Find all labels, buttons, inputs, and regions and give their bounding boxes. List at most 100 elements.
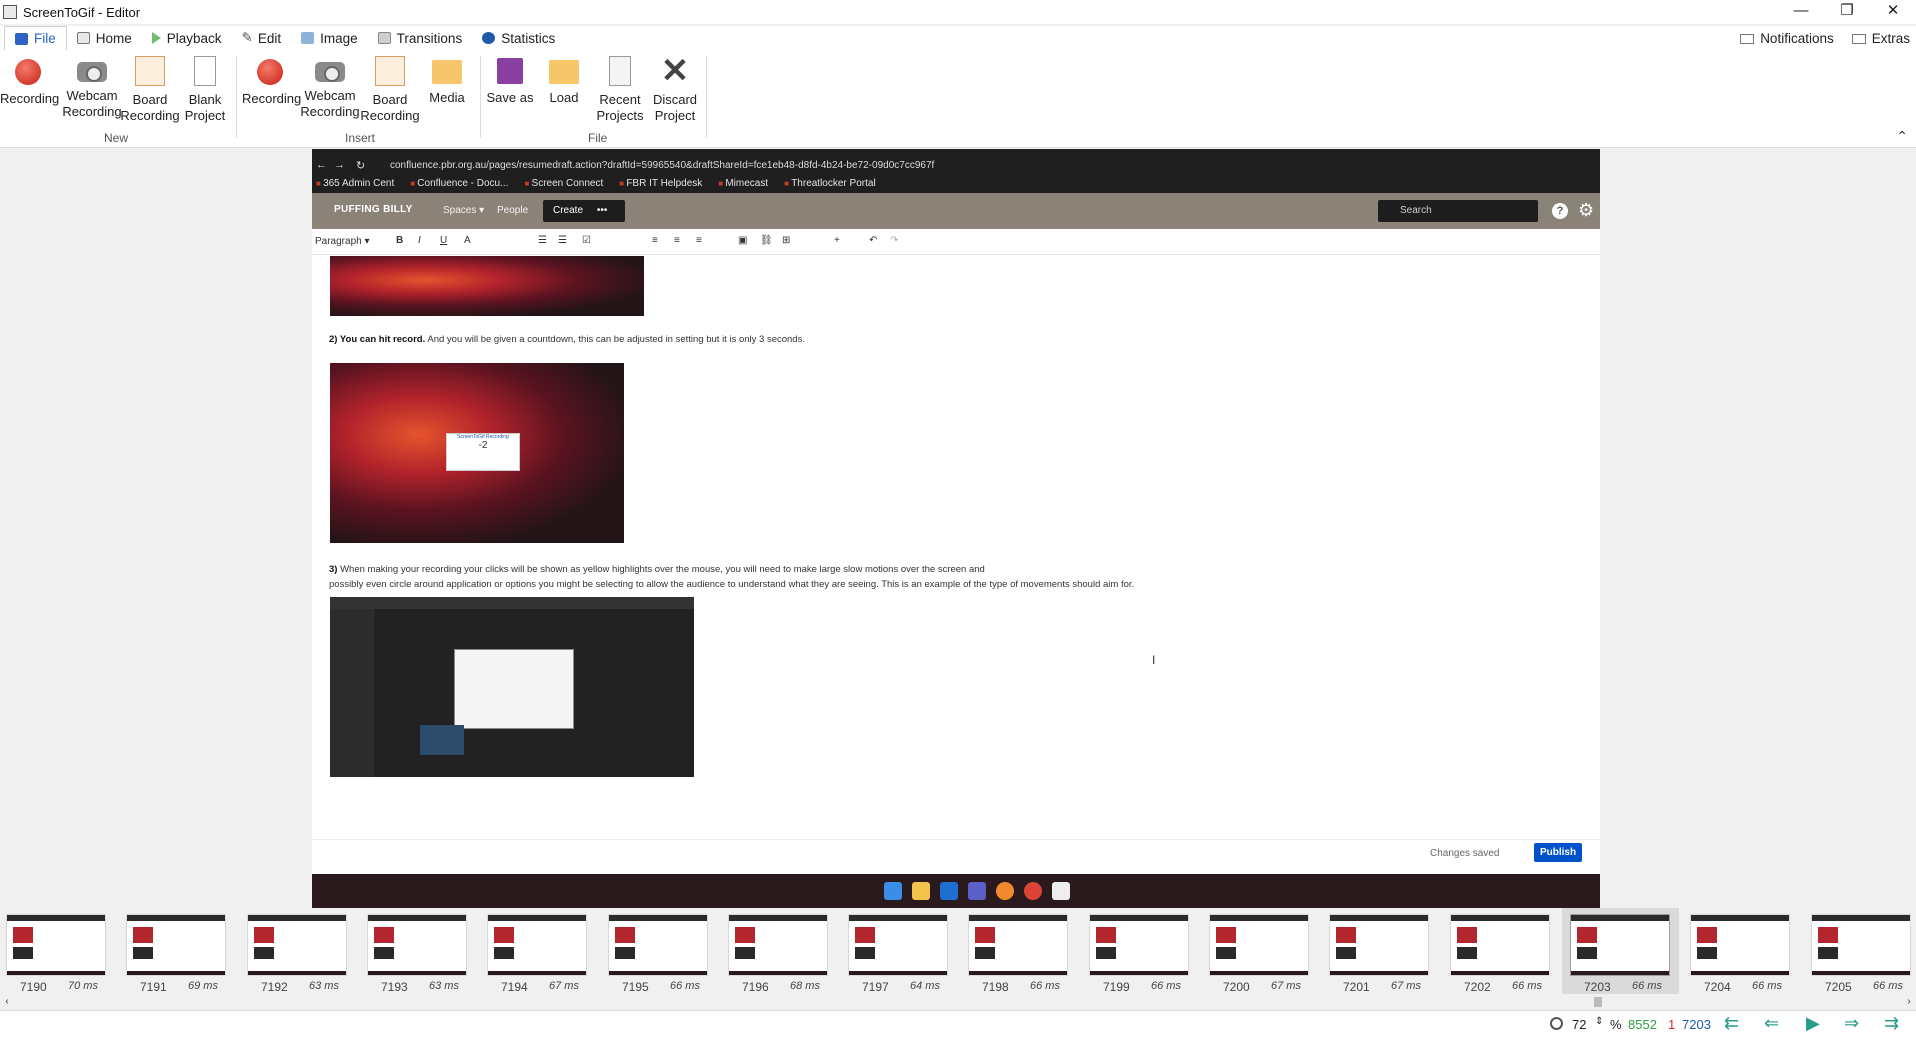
more-label: •••: [596, 205, 608, 216]
insert-recording-button[interactable]: Recording: [242, 56, 301, 107]
zoom-stepper-icon[interactable]: ⇕: [1595, 1016, 1603, 1027]
frame-delay: 67 ms: [1271, 980, 1301, 992]
frame-thumbnail[interactable]: [848, 914, 948, 976]
frame-thumbnail[interactable]: [1690, 914, 1790, 976]
frame-number: 7204: [1704, 980, 1731, 994]
frame-number: 7200: [1223, 980, 1250, 994]
selected-count: 1: [1668, 1017, 1676, 1032]
confluence-logo: PUFFING BILLY: [334, 204, 413, 215]
ribbon-separator: [480, 56, 481, 138]
frame-thumbnail[interactable]: [728, 914, 828, 976]
insert-media-button[interactable]: Media: [420, 56, 474, 106]
frame-thumbnail[interactable]: [1329, 914, 1429, 976]
discard-project-button[interactable]: ✕ Discard Project: [647, 52, 703, 124]
discard-x-icon: ✕: [660, 52, 690, 90]
mini-taskbar: [368, 971, 466, 975]
tab-file[interactable]: File: [4, 25, 67, 51]
extras-button[interactable]: Extras: [1851, 31, 1910, 46]
play-frame-icon[interactable]: ▶: [1806, 1013, 1820, 1034]
load-button[interactable]: Load: [536, 56, 592, 106]
button-label: Webcam: [304, 88, 356, 103]
first-frame-icon[interactable]: ⇇: [1724, 1013, 1739, 1034]
mini-image: [975, 927, 995, 943]
frame-thumbnail[interactable]: [247, 914, 347, 976]
previous-frame-icon[interactable]: ⇐: [1764, 1013, 1779, 1034]
frame-thumbnail[interactable]: [126, 914, 226, 976]
windows-start-icon: [884, 882, 902, 900]
pencil-icon: ✎: [241, 30, 253, 45]
save-as-button[interactable]: Save as: [482, 56, 538, 106]
mini-image: [615, 927, 635, 943]
frame-number: 7195: [622, 980, 649, 994]
title-bar: ScreenToGif - Editor — ❐ ✕: [0, 0, 1916, 24]
tab-home[interactable]: Home: [67, 26, 142, 50]
mini-image: [1096, 927, 1116, 943]
new-webcam-recording-button[interactable]: Webcam Recording: [60, 56, 124, 120]
mini-taskbar: [127, 971, 225, 975]
insert-board-recording-button[interactable]: Board Recording: [358, 56, 422, 124]
webcam-icon: [77, 62, 107, 82]
create-button: Create •••: [543, 200, 625, 222]
notifications-button[interactable]: Notifications: [1740, 31, 1834, 46]
scroll-left-icon[interactable]: ‹: [0, 994, 14, 1010]
mini-image: [1336, 947, 1356, 959]
back-arrow-icon: ←: [316, 159, 327, 171]
tab-edit[interactable]: ✎ Edit: [232, 26, 292, 50]
mini-image: [133, 947, 153, 959]
mini-header: [1812, 915, 1910, 921]
maximize-button[interactable]: ❐: [1824, 0, 1870, 24]
text-cursor-icon: I: [1152, 653, 1156, 667]
frame-delay: 64 ms: [910, 980, 940, 992]
tab-statistics[interactable]: Statistics: [472, 26, 565, 50]
mini-image: [975, 947, 995, 959]
mini-image: [1457, 947, 1477, 959]
frame-thumbnail[interactable]: [1811, 914, 1911, 976]
tab-image[interactable]: Image: [291, 26, 368, 50]
screentogif-icon: [1052, 882, 1070, 900]
close-button[interactable]: ✕: [1870, 0, 1916, 24]
new-board-recording-button[interactable]: Board Recording: [118, 56, 182, 124]
mini-image: [494, 927, 514, 943]
forward-arrow-icon: →: [334, 159, 345, 171]
tab-transitions[interactable]: Transitions: [368, 26, 473, 50]
frame-count: 8552: [1628, 1017, 1657, 1032]
recent-projects-button[interactable]: Recent Projects: [592, 56, 648, 124]
collapse-ribbon-icon[interactable]: ⌃: [1896, 128, 1908, 145]
tab-playback[interactable]: Playback: [142, 26, 232, 50]
button-label: Discard: [652, 92, 698, 107]
frame-thumbnail[interactable]: [367, 914, 467, 976]
scroll-thumb[interactable]: [1594, 997, 1602, 1007]
redo-icon: ↷: [890, 235, 899, 246]
last-frame-icon[interactable]: ⇉: [1884, 1013, 1899, 1034]
button-label: Media: [429, 90, 465, 105]
minimize-button[interactable]: —: [1778, 0, 1824, 24]
scroll-right-icon[interactable]: ›: [1902, 994, 1916, 1010]
mini-header: [368, 915, 466, 921]
mini-image: [855, 927, 875, 943]
frame-filmstrip: 7190 70 ms 7191 69 ms 7192 63 ms 7193 63 ms 7194…: [0, 908, 1916, 994]
bold-icon: B: [396, 235, 404, 246]
new-recording-button[interactable]: Recording: [0, 56, 59, 107]
tab-label: Transitions: [396, 30, 463, 46]
mini-image: [735, 947, 755, 959]
next-frame-icon[interactable]: ⇒: [1844, 1013, 1859, 1034]
filmstrip-scrollbar[interactable]: ‹ ›: [0, 994, 1916, 1010]
blank-project-button[interactable]: Blank Project: [178, 56, 232, 124]
frame-thumbnail[interactable]: [1450, 914, 1550, 976]
notifications-label: Notifications: [1760, 30, 1834, 46]
frame-thumbnail[interactable]: [6, 914, 106, 976]
tab-label: Playback: [166, 30, 222, 46]
frame-thumbnail[interactable]: [1570, 914, 1670, 976]
editor-status: Changes saved Publish: [312, 839, 1600, 865]
frame-delay: 67 ms: [1391, 980, 1421, 992]
frame-thumbnail[interactable]: [487, 914, 587, 976]
current-frame: 7203: [1682, 1017, 1711, 1032]
frame-thumbnail[interactable]: [968, 914, 1068, 976]
frame-thumbnail[interactable]: [608, 914, 708, 976]
frame-thumbnail[interactable]: [1089, 914, 1189, 976]
mini-header: [248, 915, 346, 921]
insert-webcam-recording-button[interactable]: Webcam Recording: [298, 56, 362, 120]
frame-thumbnail[interactable]: [1209, 914, 1309, 976]
mini-image: [13, 947, 33, 959]
zoom-value[interactable]: 72: [1572, 1017, 1586, 1032]
